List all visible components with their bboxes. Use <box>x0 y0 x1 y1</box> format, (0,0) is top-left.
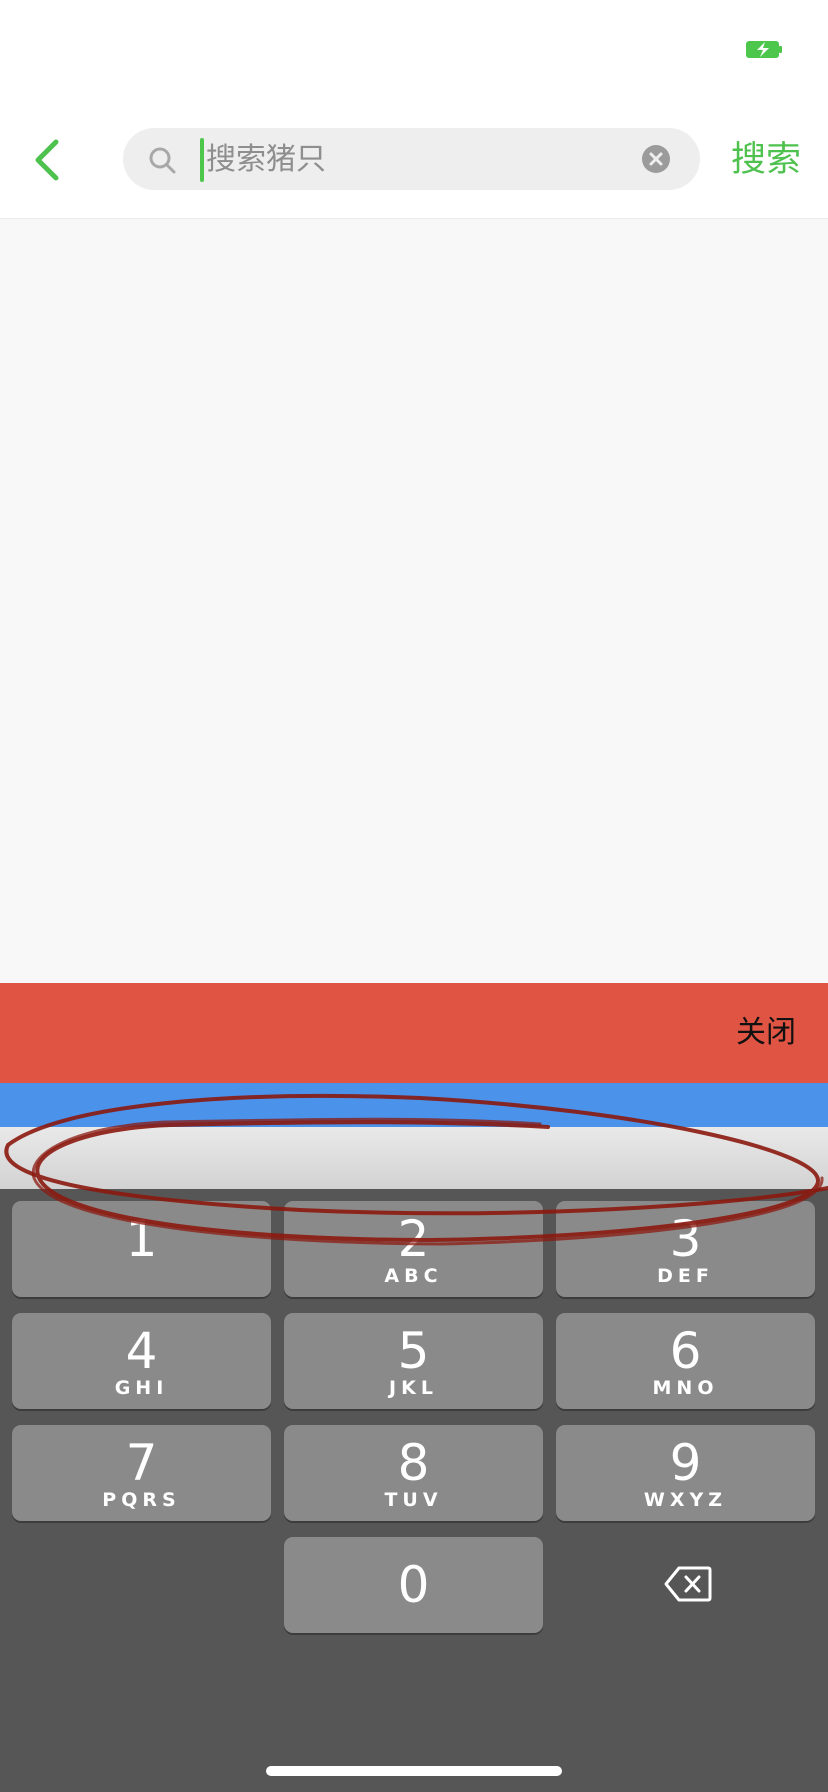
key-1[interactable]: 1 <box>12 1201 271 1297</box>
key-digit: 5 <box>397 1322 430 1380</box>
key-digit: 8 <box>397 1434 430 1492</box>
keyboard-accessory-area <box>0 1127 828 1189</box>
search-icon <box>149 147 176 174</box>
search-results-area <box>0 219 828 983</box>
delete-key[interactable] <box>556 1536 815 1632</box>
close-button[interactable]: 关闭 <box>736 983 796 1083</box>
blue-bar <box>0 1083 828 1127</box>
text-cursor <box>200 138 204 182</box>
numeric-keypad: 1 2 ABC 3 DEF 4 GHI 5 JKL 6 MNO 7 PQRS 8… <box>0 1189 828 1792</box>
home-indicator <box>266 1766 562 1776</box>
key-digit: 1 <box>125 1210 158 1268</box>
search-box[interactable] <box>123 128 700 190</box>
key-2[interactable]: 2 ABC <box>284 1201 543 1297</box>
chevron-left-icon <box>35 139 59 181</box>
key-letters: JKL <box>389 1377 438 1399</box>
key-6[interactable]: 6 MNO <box>556 1313 815 1409</box>
key-digit: 2 <box>397 1210 430 1268</box>
key-5[interactable]: 5 JKL <box>284 1313 543 1409</box>
search-input[interactable] <box>206 128 626 190</box>
key-digit: 9 <box>669 1434 702 1492</box>
key-letters: GHI <box>114 1377 169 1399</box>
keyboard-toolbar: 关闭 <box>0 983 828 1083</box>
key-9[interactable]: 9 WXYZ <box>556 1425 815 1521</box>
battery-charging-icon <box>746 41 782 58</box>
key-digit: 4 <box>125 1322 158 1380</box>
key-digit: 0 <box>397 1556 430 1614</box>
key-letters: TUV <box>384 1489 443 1511</box>
key-digit: 6 <box>669 1322 702 1380</box>
key-letters: ABC <box>384 1265 443 1287</box>
back-button[interactable] <box>26 136 76 184</box>
key-letters: DEF <box>657 1265 714 1287</box>
key-0[interactable]: 0 <box>284 1537 543 1633</box>
key-4[interactable]: 4 GHI <box>12 1313 271 1409</box>
key-digit: 7 <box>125 1434 158 1492</box>
key-letters: WXYZ <box>643 1489 728 1511</box>
search-button[interactable]: 搜索 <box>716 134 816 186</box>
key-8[interactable]: 8 TUV <box>284 1425 543 1521</box>
nav-bar: 搜索 <box>0 100 828 219</box>
status-bar <box>0 0 828 100</box>
backspace-icon <box>664 1566 712 1602</box>
key-7[interactable]: 7 PQRS <box>12 1425 271 1521</box>
key-letters: MNO <box>652 1377 719 1399</box>
key-letters: PQRS <box>102 1489 181 1511</box>
key-digit: 3 <box>669 1210 702 1268</box>
key-3[interactable]: 3 DEF <box>556 1201 815 1297</box>
clear-icon[interactable] <box>641 144 671 174</box>
